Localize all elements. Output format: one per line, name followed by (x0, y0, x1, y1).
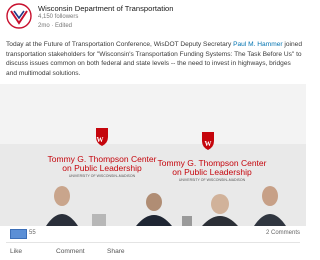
wisdot-logo-icon[interactable] (6, 3, 32, 29)
follower-count: 4,150 followers (38, 14, 79, 20)
org-name[interactable]: Wisconsin Department of Transportation (38, 4, 173, 13)
share-button[interactable]: Share (107, 248, 125, 255)
like-button[interactable]: Like (10, 248, 22, 255)
reaction-badge-icon[interactable] (10, 229, 27, 239)
svg-text:W: W (205, 140, 212, 148)
comments-count[interactable]: 2 Comments (266, 230, 300, 236)
post-text-start: Today at the Future of Transportation Co… (6, 41, 234, 48)
post-photo[interactable]: W Tommy G. Thompson Center on Public Lea… (0, 84, 306, 226)
post-age: 2mo · Edited (38, 23, 73, 29)
mention-link[interactable]: Paul M. Hammer (233, 41, 282, 48)
post-body: Today at the Future of Transportation Co… (6, 40, 302, 78)
banner-left-line3: UNIVERSITY OF WISCONSIN–MADISON (69, 174, 136, 178)
conference-photo: W Tommy G. Thompson Center on Public Lea… (0, 84, 306, 226)
likes-count[interactable]: 55 (29, 230, 36, 236)
banner-right-line2: on Public Leadership (172, 167, 252, 177)
svg-text:W: W (97, 136, 104, 144)
post-header: Wisconsin Department of Transportation 4… (0, 0, 306, 36)
comment-button[interactable]: Comment (56, 248, 85, 255)
divider (6, 242, 300, 243)
banner-left-line2: on Public Leadership (62, 163, 142, 173)
banner-right-line3: UNIVERSITY OF WISCONSIN–MADISON (179, 178, 246, 182)
